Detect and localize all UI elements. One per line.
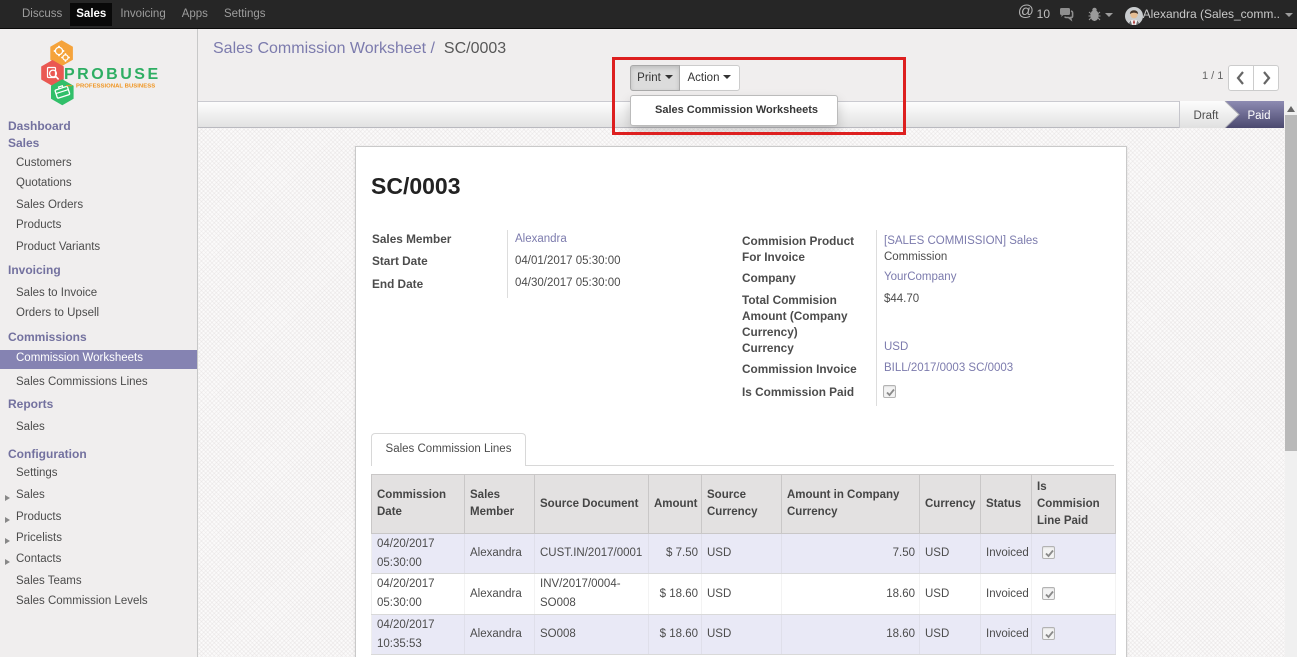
svg-text:Paid: Paid [1247,110,1270,122]
svg-text:Draft: Draft [1194,110,1220,122]
svg-text:PROFESSIONAL BUSINESS: PROFESSIONAL BUSINESS [76,84,155,90]
svg-text:PROBUSE: PROBUSE [64,66,161,83]
